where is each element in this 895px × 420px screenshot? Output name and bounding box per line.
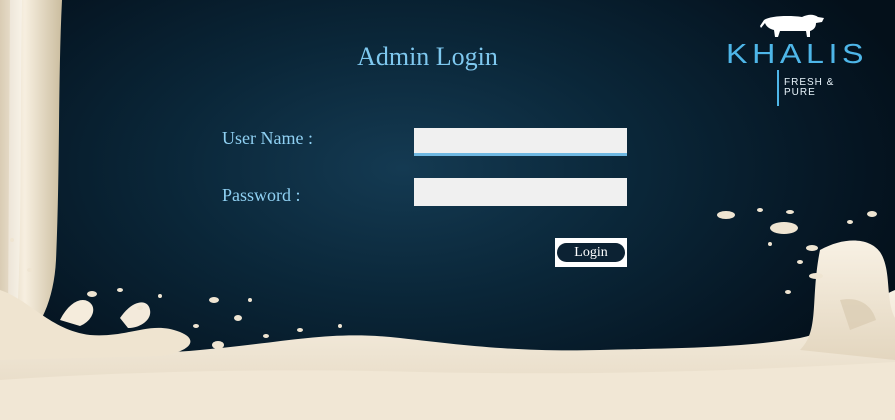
page-title: Admin Login — [357, 42, 498, 71]
login-button[interactable]: Login — [557, 243, 625, 262]
logo-divider — [777, 70, 779, 106]
tagline-line-2: PURE — [784, 87, 816, 98]
login-button-frame: Login — [555, 238, 627, 267]
cow-icon — [760, 14, 824, 37]
password-input[interactable] — [414, 178, 627, 206]
username-label: User Name : — [222, 128, 313, 148]
brand-logo: KHALIS FRESH & PURE — [722, 12, 864, 108]
brand-name: KHALIS — [726, 38, 869, 69]
password-label: Password : — [222, 185, 301, 205]
login-screen: Admin Login KHALIS FRESH & PURE User Nam… — [0, 0, 895, 420]
username-input[interactable] — [414, 128, 627, 156]
brand-tagline: FRESH & PURE — [784, 78, 834, 98]
